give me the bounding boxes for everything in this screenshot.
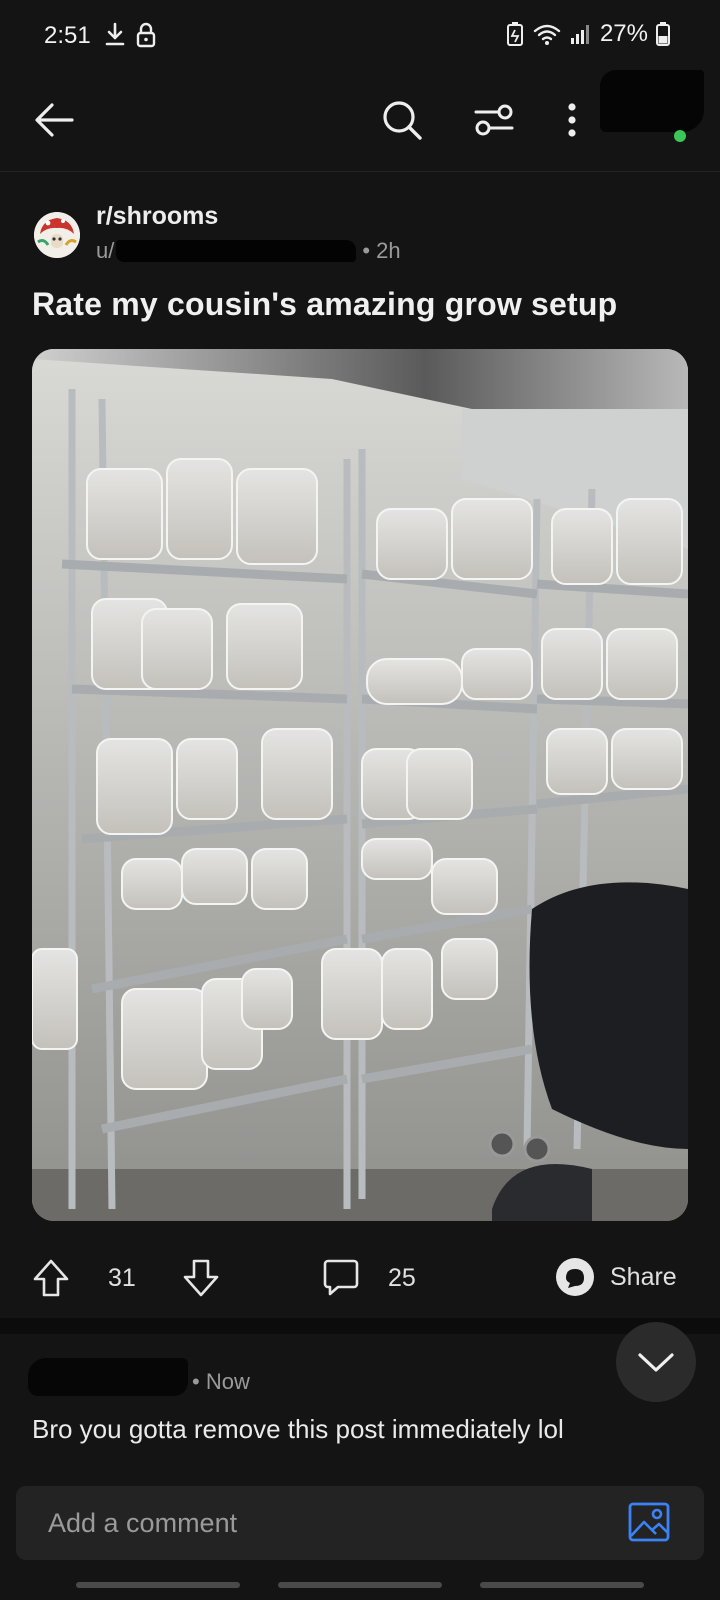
lock-icon <box>136 22 156 48</box>
battery-saver-icon <box>506 22 523 46</box>
comment-input-placeholder: Add a comment <box>48 1508 238 1538</box>
share-icon <box>556 1258 594 1296</box>
post-action-bar: 31 25 Share <box>0 1252 720 1312</box>
back-arrow-icon <box>35 103 74 137</box>
nav-gesture-bar <box>480 1582 644 1588</box>
wifi-icon <box>533 24 561 45</box>
image-attach-icon[interactable] <box>628 1502 670 1542</box>
post-title: Rate my cousin's amazing grow setup <box>32 286 618 322</box>
author-prefix[interactable]: u/ <box>96 238 114 264</box>
status-time: 2:51 <box>44 22 91 49</box>
comment-count: 25 <box>388 1263 416 1292</box>
comment-text: Bro you gotta remove this post immediate… <box>32 1414 564 1444</box>
downvote-button[interactable] <box>182 1258 220 1298</box>
account-avatar-button[interactable] <box>600 70 704 132</box>
battery-percent: 27% <box>599 20 648 47</box>
nav-gesture-bar <box>278 1582 442 1588</box>
comments-button[interactable]: 25 <box>322 1258 416 1298</box>
upvote-arrow-icon <box>33 1259 69 1297</box>
comment-bubble-icon <box>323 1259 359 1296</box>
vote-count: 31 <box>108 1264 136 1292</box>
signal-icon <box>570 25 589 44</box>
online-status-indicator <box>674 130 686 142</box>
download-icon <box>105 22 125 46</box>
redacted-username <box>116 240 357 262</box>
upvote-button[interactable] <box>32 1258 70 1298</box>
nav-gesture-bar <box>76 1582 240 1588</box>
battery-icon <box>656 22 670 46</box>
more-vertical-icon <box>568 103 576 137</box>
subreddit-avatar[interactable] <box>34 212 80 258</box>
back-button[interactable] <box>24 90 84 150</box>
status-bar: 2:51 27% <box>0 0 720 72</box>
comment-time: • Now <box>192 1369 250 1394</box>
post-age: • 2h <box>362 238 401 263</box>
comment-composer[interactable]: Add a comment <box>16 1486 704 1560</box>
share-label: Share <box>610 1262 677 1291</box>
search-icon <box>383 101 422 140</box>
post-meta: u/ • 2h <box>96 238 401 264</box>
section-divider <box>0 1318 720 1334</box>
share-button[interactable]: Share <box>554 1256 677 1298</box>
more-options-button[interactable] <box>542 90 602 150</box>
redacted-commenter <box>28 1358 188 1396</box>
sort-filter-button[interactable] <box>464 90 524 150</box>
filter-sort-icon <box>474 104 514 136</box>
downvote-arrow-icon <box>183 1259 219 1297</box>
search-button[interactable] <box>372 90 432 150</box>
chevron-down-icon <box>638 1353 674 1372</box>
subreddit-name[interactable]: r/shrooms <box>96 202 218 231</box>
collapse-comments-button[interactable] <box>616 1322 696 1402</box>
post-image[interactable] <box>32 349 688 1221</box>
